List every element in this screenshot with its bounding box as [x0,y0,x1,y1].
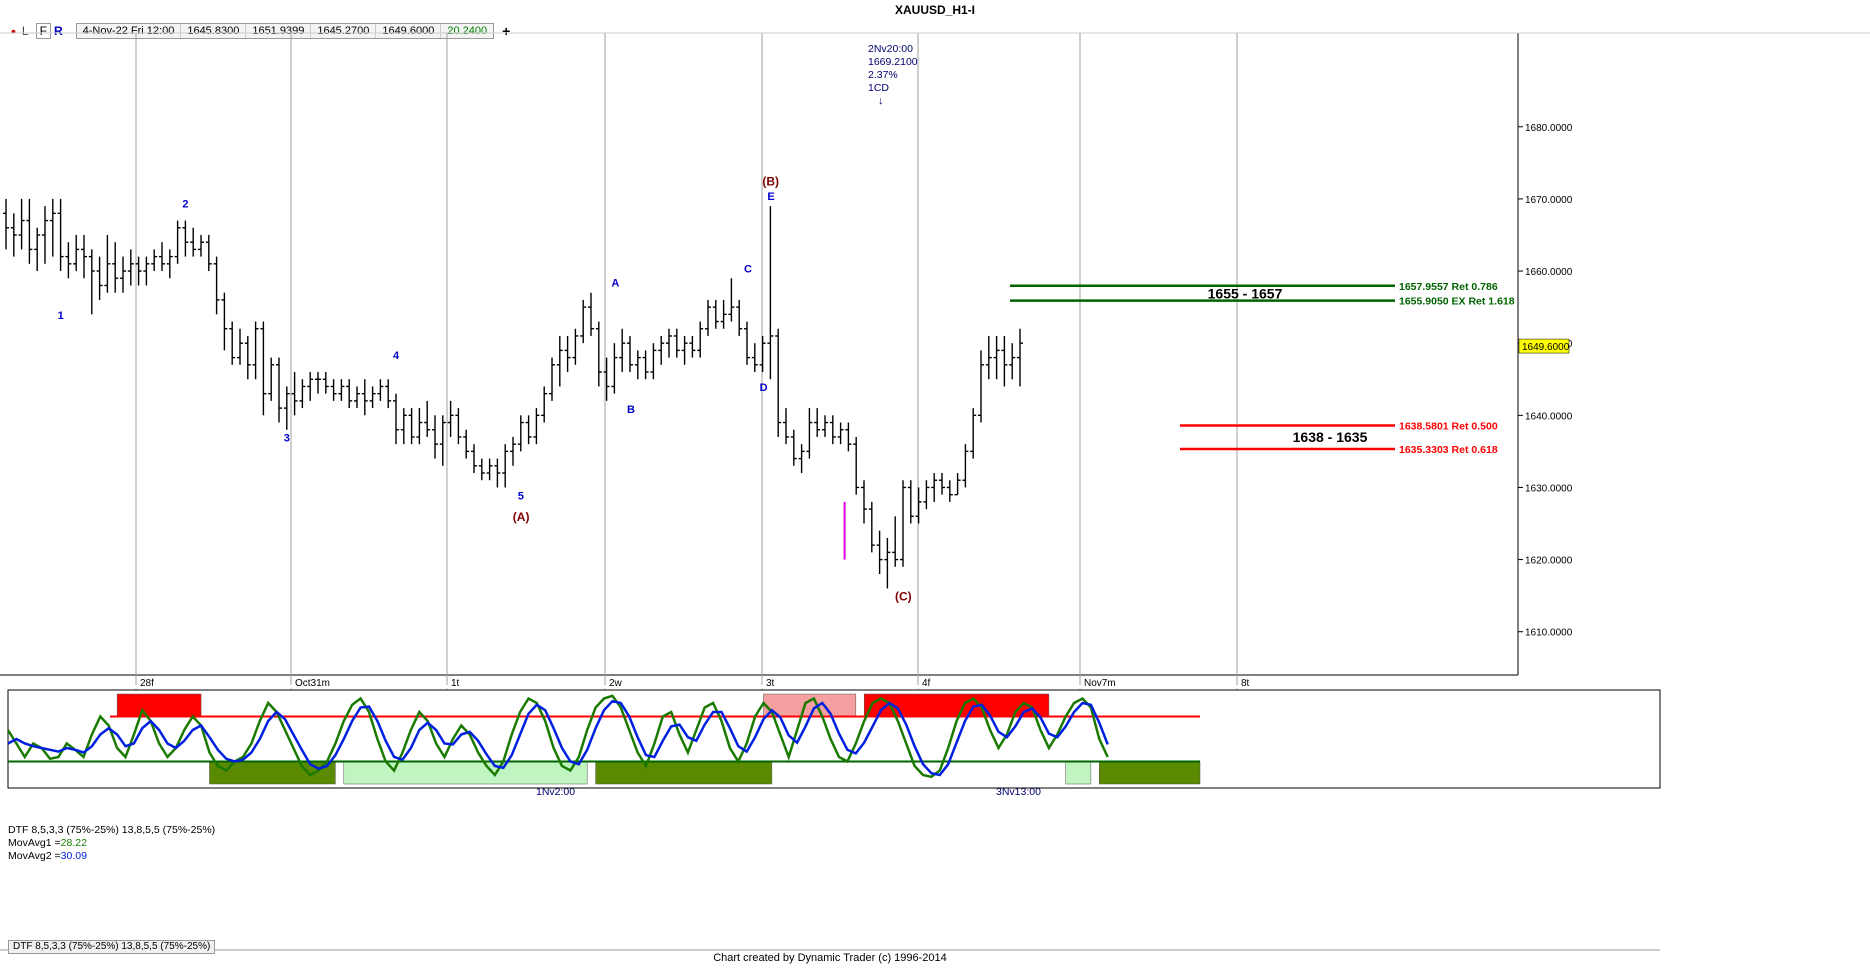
swing-note-line: 2.37% [868,69,898,81]
wave-label: E [767,191,774,203]
wave-label: 5 [518,490,524,502]
x-tick-label: 3t [766,678,775,689]
retracement-label: 1657.9557 Ret 0.786 [1399,281,1498,293]
y-tick-label: 1660.0000 [1525,267,1573,278]
x-tick-label: 8t [1241,678,1250,689]
indicator-zone [595,761,773,785]
indicator-zone [763,693,857,717]
zone-label: 1655 - 1657 [1208,285,1283,301]
wave-label: A [611,278,619,290]
y-tick-label: 1640.0000 [1525,411,1573,422]
wave-label: B [627,404,635,416]
y-tick-label: 1630.0000 [1525,483,1573,494]
retracement-label: 1655.9050 EX Ret 1.618 [1399,296,1515,308]
y-tick-label: 1680.0000 [1525,123,1573,134]
movavg1-value: 28.22 [60,837,87,849]
abc-label: (B) [762,175,779,189]
footer-credit: Chart created by Dynamic Trader (c) 1996… [713,952,947,964]
x-tick-label: 1t [451,678,460,689]
wave-label: 3 [284,433,290,445]
y-tick-label: 1610.0000 [1525,628,1573,639]
x-tick-label: 28f [140,678,154,689]
indicator-title: DTF 8,5,3,3 (75%-25%) 13,8,5,5 (75%-25%) [8,824,216,836]
zone-label: 1638 - 1635 [1293,429,1368,445]
indicator-zone [343,761,588,785]
x-tick-label: 2w [609,678,623,689]
indicator-header: DTF 8,5,3,3 (75%-25%) 13,8,5,5 (75%-25%)… [8,824,215,863]
x-tick-label: Nov7m [1084,678,1116,689]
indicator-zone [1065,761,1092,785]
movavg1-row: MovAvg1 =28.22 [8,837,215,850]
wave-label: C [744,263,752,275]
indicator-zone [1099,761,1201,785]
arrow-down-icon: ↓ [878,95,884,107]
abc-label: (C) [895,589,912,603]
swing-note-line: 2Nv20:00 [868,43,913,55]
movavg2-row: MovAvg2 =30.09 [8,850,215,863]
abc-label: (A) [513,510,530,524]
swing-note-line: 1CD [868,82,889,94]
y-tick-label: 1620.0000 [1525,556,1573,567]
indicator-zone [116,693,202,717]
movavg1-label: MovAvg1 = [8,837,61,849]
wave-label: 4 [393,350,400,362]
y-tick-label: 1670.0000 [1525,195,1573,206]
movavg2-label: MovAvg2 = [8,850,61,862]
swing-note-line: 1669.2100 [868,56,918,68]
wave-label: 2 [182,198,188,210]
retracement-label: 1635.3303 Ret 0.618 [1399,444,1498,456]
last-price-label: 1649.6000 [1522,342,1570,353]
wave-label: 1 [58,310,64,322]
price-chart[interactable]: 28f Oct31m 1t 2w 3t 4f Nov7m 8t 1610.0000 1620.00… [0,0,1870,969]
x-tick-label: Oct31m [295,678,330,689]
x-tick-label: 4f [922,678,931,689]
retracement-label: 1638.5801 Ret 0.500 [1399,421,1498,433]
movavg2-value: 30.09 [60,850,87,862]
wave-label: D [760,382,768,394]
